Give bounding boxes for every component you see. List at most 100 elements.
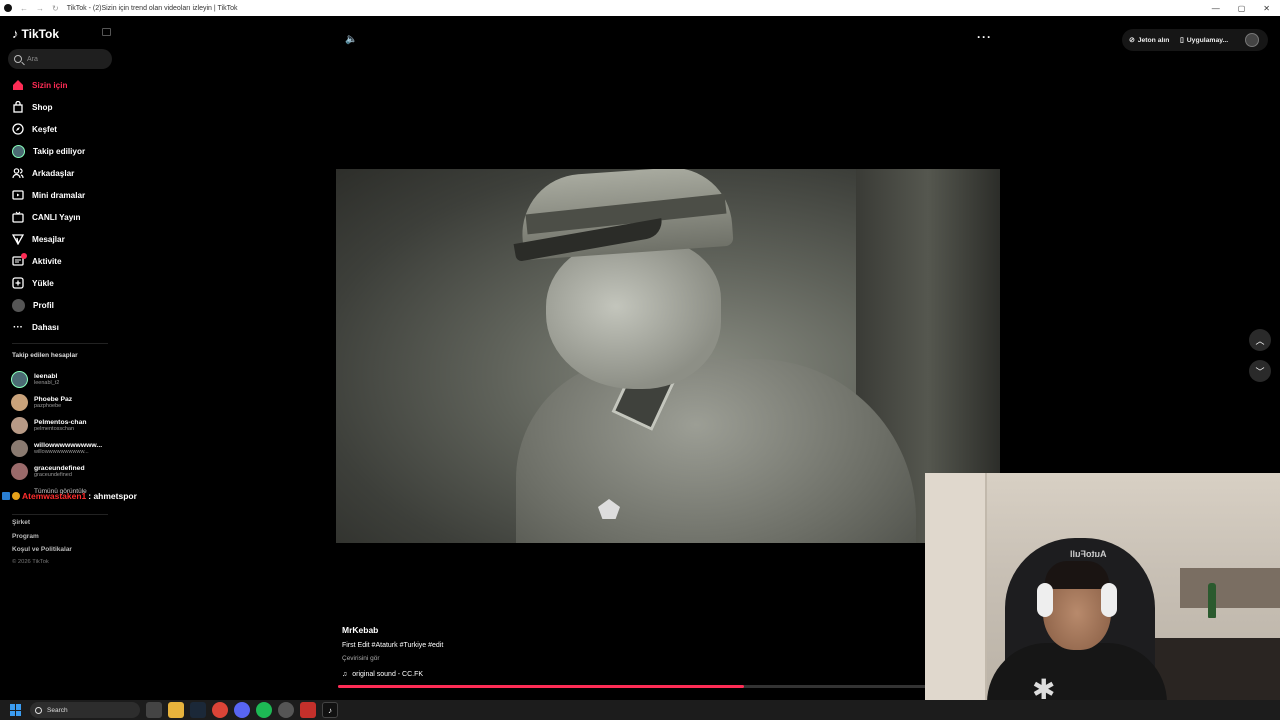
following-account[interactable]: Pelmentos-chan pelmentosschan (11, 414, 116, 437)
chrome-icon[interactable] (212, 702, 228, 718)
account-name: Pelmentos-chan (34, 419, 87, 426)
collapse-sidebar-icon[interactable] (102, 28, 111, 36)
following-account[interactable]: willowwwwwwwww... willowwwwwwwwww... (11, 437, 116, 460)
maximize-button[interactable]: ▢ (1238, 4, 1246, 13)
notification-badge (21, 253, 27, 259)
coin-icon: ⊘ (1129, 37, 1135, 44)
discord-icon[interactable] (234, 702, 250, 718)
webcam-bottle (1208, 583, 1216, 618)
account-name: willowwwwwwwww... (34, 442, 103, 449)
nav-label: Mesajlar (32, 234, 65, 244)
app-icon[interactable] (300, 702, 316, 718)
webcam-headset-left (1037, 583, 1053, 617)
account-avatar (11, 440, 28, 457)
sidebar-divider (12, 343, 108, 344)
video-description: First Edit #Ataturk #Turkiye #edit (342, 642, 444, 649)
logo-text: TikTok (21, 26, 60, 41)
footer-link-company[interactable]: Şirket (12, 519, 72, 533)
file-explorer-icon[interactable] (168, 702, 184, 718)
mini-drama-icon (12, 189, 24, 201)
account-name: graceundefined (34, 465, 85, 472)
taskbar-apps: ♪ (146, 702, 338, 718)
account-handle: leenabl_t2 (34, 380, 60, 386)
nav-item-friends[interactable]: Arkadaşlar (0, 162, 120, 184)
account-avatar (11, 394, 28, 411)
account-handle: graceundefined (34, 472, 72, 478)
close-button[interactable]: ✕ (1263, 4, 1270, 13)
webcam-chair-logo: AutoFull (1070, 549, 1107, 559)
video-sound[interactable]: ♫ original sound - CC.FK (342, 671, 423, 678)
live-icon (12, 211, 24, 223)
more-dots-icon: ··· (13, 321, 23, 333)
video-author[interactable]: MrKebab (342, 625, 378, 635)
nav-label: Mini dramalar (32, 190, 86, 200)
nav-item-live[interactable]: CANLI Yayın (0, 206, 120, 228)
footer-link-terms[interactable]: Koşul ve Politikalar (12, 546, 72, 560)
sound-icon[interactable]: 🔈 (345, 34, 357, 45)
windows-start-icon[interactable] (10, 704, 22, 716)
following-account[interactable]: leenabl leenabl_t2 (11, 368, 116, 391)
music-note-icon: ♫ (342, 671, 348, 678)
task-view-icon[interactable] (146, 702, 162, 718)
following-section-title: Takip edilen hesaplar (12, 352, 78, 359)
back-arrow-icon[interactable]: ← (20, 4, 28, 13)
nav-item-shop[interactable]: Shop (0, 96, 120, 118)
following-account[interactable]: graceundefined graceundefined (11, 460, 116, 483)
copyright: © 2026 TikTok (12, 559, 49, 565)
obs-icon[interactable] (278, 702, 294, 718)
nav-item-activity[interactable]: Aktivite (0, 250, 120, 272)
following-list: leenabl leenabl_t2 Phoebe Paz pazphoebe … (11, 368, 116, 483)
footer-link-program[interactable]: Program (12, 533, 72, 547)
following-avatar-icon (12, 144, 25, 158)
account-handle: willowwwwwwwwww... (34, 449, 89, 455)
nav-label: Sizin için (32, 80, 68, 90)
see-translation-link[interactable]: Çevirisini gör (342, 655, 380, 662)
steam-icon[interactable] (190, 702, 206, 718)
taskbar-search[interactable]: Search (30, 702, 140, 718)
chevron-down-icon: ﹀ (1255, 366, 1265, 377)
get-coins-button[interactable]: ⊘ Jeton alın (1129, 31, 1169, 49)
nav-item-upload[interactable]: Yükle (0, 272, 120, 294)
nav-label: Takip ediliyor (33, 146, 86, 156)
tiktok-app-icon[interactable]: ♪ (322, 702, 338, 718)
nav-item-following[interactable]: Takip ediliyor (0, 140, 120, 162)
nav-item-messages[interactable]: Mesajlar (0, 228, 120, 250)
account-avatar (11, 371, 28, 388)
nav-item-profile[interactable]: Profil (0, 294, 120, 316)
tiktok-logo[interactable]: ♪ TikTok (12, 26, 59, 41)
chat-text: : ahmetspor (88, 491, 137, 501)
user-avatar[interactable] (1245, 33, 1259, 47)
following-account[interactable]: Phoebe Paz pazphoebe (11, 391, 116, 414)
get-app-button[interactable]: ▯ Uygulamay... (1180, 31, 1228, 49)
nav-label: Aktivite (32, 256, 62, 266)
previous-video-button[interactable]: ︿ (1249, 329, 1271, 351)
video-player[interactable] (336, 169, 1000, 543)
nav-item-for-you[interactable]: Sizin için (0, 74, 120, 96)
more-options-icon[interactable]: ··· (977, 30, 992, 44)
phone-icon: ▯ (1180, 37, 1184, 44)
browser-logo-icon (4, 4, 12, 12)
nav-label: Profil (33, 300, 54, 310)
sidebar: ♪ TikTok Ara Sizin için Shop Keşfet Taki… (0, 16, 120, 700)
chat-badge-icon (12, 492, 20, 500)
sound-name: original sound - CC.FK (352, 671, 424, 678)
nav-item-explore[interactable]: Keşfet (0, 118, 120, 140)
webcam-person-hair (1045, 561, 1109, 589)
forward-arrow-icon[interactable]: → (36, 4, 44, 13)
nav-item-mini-dramas[interactable]: Mini dramalar (0, 184, 120, 206)
coins-label: Jeton alın (1137, 36, 1170, 44)
tiktok-note-icon: ♪ (12, 26, 19, 41)
next-video-button[interactable]: ﹀ (1249, 360, 1271, 382)
nav-label: Keşfet (32, 124, 58, 134)
video-progress-bar[interactable] (338, 685, 926, 688)
spotify-icon[interactable] (256, 702, 272, 718)
nav-item-more[interactable]: ··· Dahası (0, 316, 120, 338)
search-input[interactable]: Ara (8, 49, 112, 69)
account-avatar (11, 463, 28, 480)
chevron-up-icon: ︿ (1255, 335, 1265, 346)
reload-icon[interactable]: ↻ (52, 4, 59, 13)
account-handle: pazphoebe (34, 403, 62, 409)
nav-label: Yükle (32, 278, 54, 288)
minimize-button[interactable]: — (1212, 4, 1220, 13)
window-title: TikTok - (2)Sizin için trend olan videol… (66, 4, 238, 12)
